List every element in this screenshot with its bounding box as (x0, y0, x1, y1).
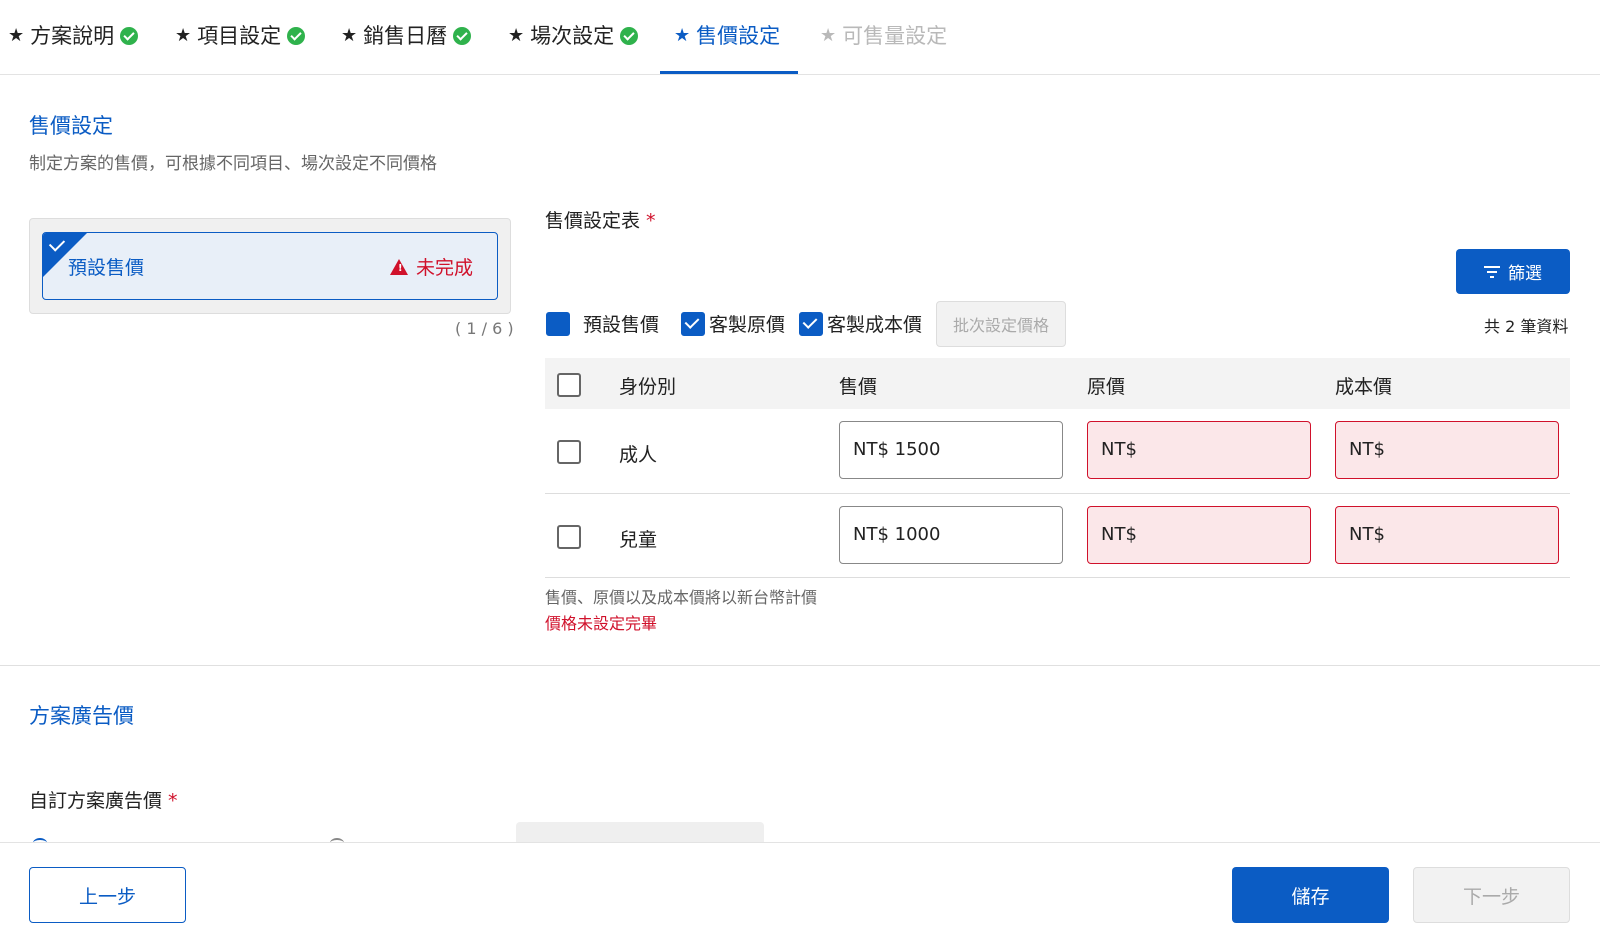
table-header (545, 358, 1570, 409)
row-identity: 成人 (619, 444, 658, 466)
header-original-price: 原價 (1087, 376, 1126, 398)
price-error-message: 價格未設定完畢 (545, 614, 658, 633)
check-circle-icon (620, 27, 639, 45)
default-price-option-label: 預設售價 (583, 314, 660, 336)
select-all-checkbox[interactable] (557, 373, 581, 397)
tab-price-settings[interactable]: ★ 售價設定 (660, 22, 799, 74)
price-group-list: 預設售價 ! 未完成 (29, 218, 511, 314)
tab-item-settings[interactable]: ★ 項目設定 (175, 22, 306, 74)
star-icon: ★ (674, 25, 691, 46)
tab-plan-description[interactable]: ★ 方案說明 (8, 22, 139, 74)
incomplete-status: ! 未完成 (389, 253, 473, 280)
check-circle-icon (453, 27, 472, 45)
save-button[interactable]: 儲存 (1232, 867, 1389, 923)
price-group-card-default[interactable]: 預設售價 ! 未完成 (42, 232, 498, 300)
row-checkbox[interactable] (557, 440, 581, 464)
star-icon: ★ (175, 25, 192, 46)
filter-icon (1484, 265, 1500, 278)
star-icon: ★ (508, 25, 525, 46)
required-mark: * (168, 790, 178, 812)
ad-price-section-title: 方案廣告價 (29, 704, 134, 728)
section-divider (0, 665, 1600, 666)
price-section-description: 制定方案的售價，可根據不同項目、場次設定不同價格 (29, 154, 437, 174)
header-identity: 身份別 (619, 376, 677, 398)
check-circle-icon (287, 27, 306, 45)
star-icon: ★ (341, 25, 358, 46)
price-table-label: 售價設定表 * (545, 210, 656, 232)
next-step-button[interactable]: 下一步 (1413, 867, 1570, 923)
ad-price-field-label: 自訂方案廣告價 * (29, 790, 178, 812)
price-input[interactable]: NT$ 1000 (839, 506, 1063, 564)
original-price-input[interactable]: NT$ (1087, 506, 1311, 564)
header-cost-price: 成本價 (1335, 376, 1393, 398)
cost-price-input[interactable]: NT$ (1335, 421, 1559, 479)
currency-hint: 售價、原價以及成本價將以新台幣計價 (545, 588, 818, 607)
price-group-name: 預設售價 (68, 257, 145, 279)
price-section-title: 售價設定 (29, 114, 113, 138)
total-count: 共 2 筆資料 (1484, 317, 1569, 336)
row-identity: 兒童 (619, 529, 658, 551)
warning-icon: ! (389, 258, 408, 275)
custom-cost-price-label: 客製成本價 (827, 314, 923, 336)
original-price-input[interactable]: NT$ (1087, 421, 1311, 479)
custom-cost-price-checkbox[interactable] (799, 312, 823, 336)
header-price: 售價 (839, 376, 878, 398)
cost-price-input[interactable]: NT$ (1335, 506, 1559, 564)
price-input[interactable]: NT$ 1500 (839, 421, 1063, 479)
row-divider (545, 493, 1570, 494)
price-group-counter: ( 1 / 6 ) (455, 319, 514, 338)
star-icon: ★ (820, 25, 837, 46)
default-price-checkbox[interactable] (546, 312, 570, 336)
active-tab-indicator (660, 71, 799, 74)
row-divider (545, 577, 1570, 578)
previous-step-button[interactable]: 上一步 (29, 867, 186, 923)
ad-price-input[interactable] (516, 822, 764, 842)
tab-sales-calendar[interactable]: ★ 銷售日曆 (341, 22, 472, 74)
check-circle-icon (120, 27, 139, 45)
custom-original-price-label: 客製原價 (709, 314, 786, 336)
tab-quantity-settings: ★ 可售量設定 (820, 24, 948, 48)
row-checkbox[interactable] (557, 525, 581, 549)
required-mark: * (646, 210, 656, 232)
batch-set-price-button[interactable]: 批次設定價格 (936, 301, 1066, 347)
filter-button[interactable]: 篩選 (1456, 249, 1570, 294)
step-tabs: ★ 方案說明 ★ 項目設定 ★ 銷售日曆 ★ 場次設定 ★ 售價設定 ★ 可售量… (0, 0, 1600, 75)
tab-session-settings[interactable]: ★ 場次設定 (508, 22, 639, 74)
custom-original-price-checkbox[interactable] (681, 312, 705, 336)
star-icon: ★ (8, 25, 25, 46)
